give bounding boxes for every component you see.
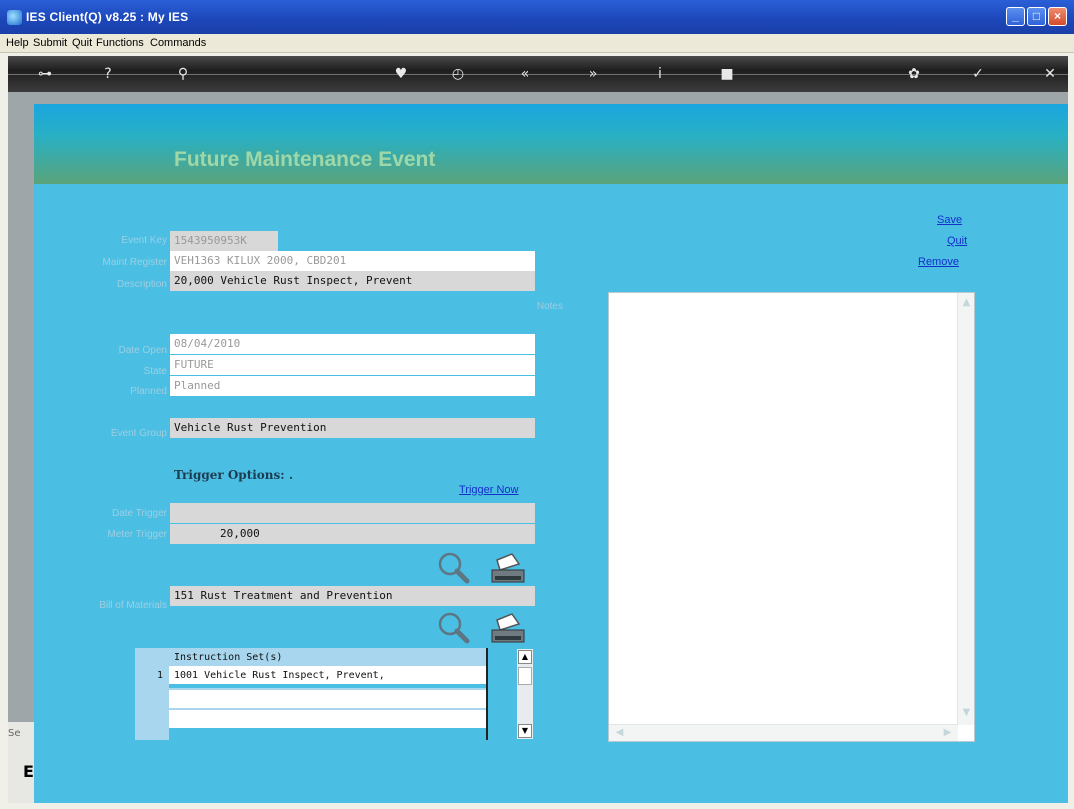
quit-link[interactable]: Quit (947, 235, 967, 247)
check-icon[interactable]: ✓ (968, 65, 988, 83)
menu-quit[interactable]: Quit (72, 37, 92, 49)
grid-border (486, 648, 488, 740)
close-button[interactable]: × (1048, 7, 1067, 26)
event-group-field[interactable]: Vehicle Rust Prevention (170, 418, 535, 438)
menu-help[interactable]: Help (6, 37, 29, 49)
menu-functions[interactable]: Functions (96, 37, 144, 49)
key-icon[interactable]: ⊶ (30, 65, 60, 83)
grid-row-number: 1 (157, 670, 164, 681)
description-label: Description (116, 279, 167, 290)
state-label: State (143, 366, 167, 377)
scroll-down-icon[interactable]: ▼ (518, 724, 532, 738)
close-icon[interactable]: ✕ (1040, 65, 1060, 83)
scroll-right-icon[interactable]: ▶ (939, 727, 956, 738)
notes-textarea[interactable]: ▲ ▼ ◀ ▶ (608, 292, 975, 742)
maximize-button[interactable]: □ (1027, 7, 1046, 26)
maint-register-label: Maint Register (102, 257, 167, 268)
window-title: IES Client(Q) v8.25 : My IES (26, 10, 189, 24)
clock-icon[interactable]: ◴ (448, 65, 468, 83)
date-trigger-field[interactable] (170, 503, 535, 523)
instruction-set-grid: Instruction Set(s) 1 1001 Vehicle Rust I… (135, 648, 487, 740)
scroll-down-icon[interactable]: ▼ (958, 707, 975, 718)
menu-bar: Help Submit Quit Functions Commands (0, 34, 1074, 53)
grid-header: Instruction Set(s) (169, 648, 487, 666)
bill-of-materials-field[interactable]: 151 Rust Treatment and Prevention (170, 586, 535, 606)
info-icon[interactable]: i (650, 65, 670, 83)
menu-submit[interactable]: Submit (33, 37, 67, 49)
date-open-label: Date Open (118, 345, 167, 356)
date-open-field: 08/04/2010 (170, 334, 535, 354)
scroll-left-icon[interactable]: ◀ (611, 727, 628, 738)
event-key-label: Event Key (121, 235, 167, 246)
trigger-now-link[interactable]: Trigger Now (459, 484, 519, 496)
settings-icon[interactable]: ✿ (904, 65, 924, 83)
meter-trigger-label: Meter Trigger (107, 529, 167, 540)
app-icon (7, 10, 22, 25)
page-title: Future Maintenance Event (174, 148, 436, 171)
bill-of-materials-label: Bill of Materials (99, 600, 167, 611)
scroll-up-icon[interactable]: ▲ (958, 297, 975, 308)
lookup-button[interactable] (434, 610, 474, 646)
table-row[interactable]: 1001 Vehicle Rust Inspect, Prevent, (169, 666, 487, 684)
grid-scrollbar[interactable]: ▲ ▼ (517, 649, 533, 739)
lookup-button[interactable] (434, 550, 474, 586)
title-bar: IES Client(Q) v8.25 : My IES _ □ × (0, 0, 1074, 34)
event-key-field: 1543950953K (170, 231, 278, 251)
rewind-icon[interactable]: « (515, 65, 535, 83)
notes-label: Notes (536, 301, 563, 312)
notes-vertical-scrollbar[interactable]: ▲ ▼ (957, 293, 974, 725)
magnifier-icon (438, 612, 470, 644)
planned-field: Planned (170, 376, 535, 396)
print-button[interactable] (488, 550, 528, 586)
maint-register-field[interactable]: VEH1363 KILUX 2000, CBD201 (170, 251, 535, 271)
printer-icon (491, 553, 525, 583)
save-link[interactable]: Save (937, 214, 962, 226)
side-letter: E (23, 762, 34, 781)
toolbar: ⊶ ? ⚲ ♥ ◴ « » i ■ ✿ ✓ ✕ (8, 56, 1068, 92)
forward-icon[interactable]: » (583, 65, 603, 83)
meter-trigger-field[interactable]: 20,000 (170, 524, 535, 544)
minimize-button[interactable]: _ (1006, 7, 1025, 26)
grid-row-gutter (135, 648, 169, 740)
event-group-label: Event Group (110, 428, 167, 439)
heart-icon[interactable]: ♥ (391, 65, 411, 83)
notes-horizontal-scrollbar[interactable]: ◀ ▶ (609, 724, 958, 741)
scroll-thumb[interactable] (518, 667, 532, 685)
help-icon[interactable]: ? (98, 65, 118, 83)
table-row[interactable] (169, 710, 487, 728)
menu-commands[interactable]: Commands (150, 37, 206, 49)
header-band (34, 104, 1068, 184)
search-icon[interactable]: ⚲ (173, 65, 193, 83)
remove-link[interactable]: Remove (918, 256, 959, 268)
side-text: Se (8, 728, 21, 739)
description-field[interactable]: 20,000 Vehicle Rust Inspect, Prevent (170, 271, 535, 291)
stop-icon[interactable]: ■ (717, 65, 737, 83)
date-trigger-label: Date Trigger (111, 508, 167, 519)
state-field: FUTURE (170, 355, 535, 375)
table-row[interactable] (169, 690, 487, 708)
trigger-options-title: Trigger Options: . (174, 468, 294, 482)
planned-label: Planned (130, 386, 167, 397)
scroll-up-icon[interactable]: ▲ (518, 650, 532, 664)
print-button[interactable] (488, 610, 528, 646)
left-side-panel: Se E (8, 722, 34, 803)
magnifier-icon (438, 552, 470, 584)
printer-icon (491, 613, 525, 643)
